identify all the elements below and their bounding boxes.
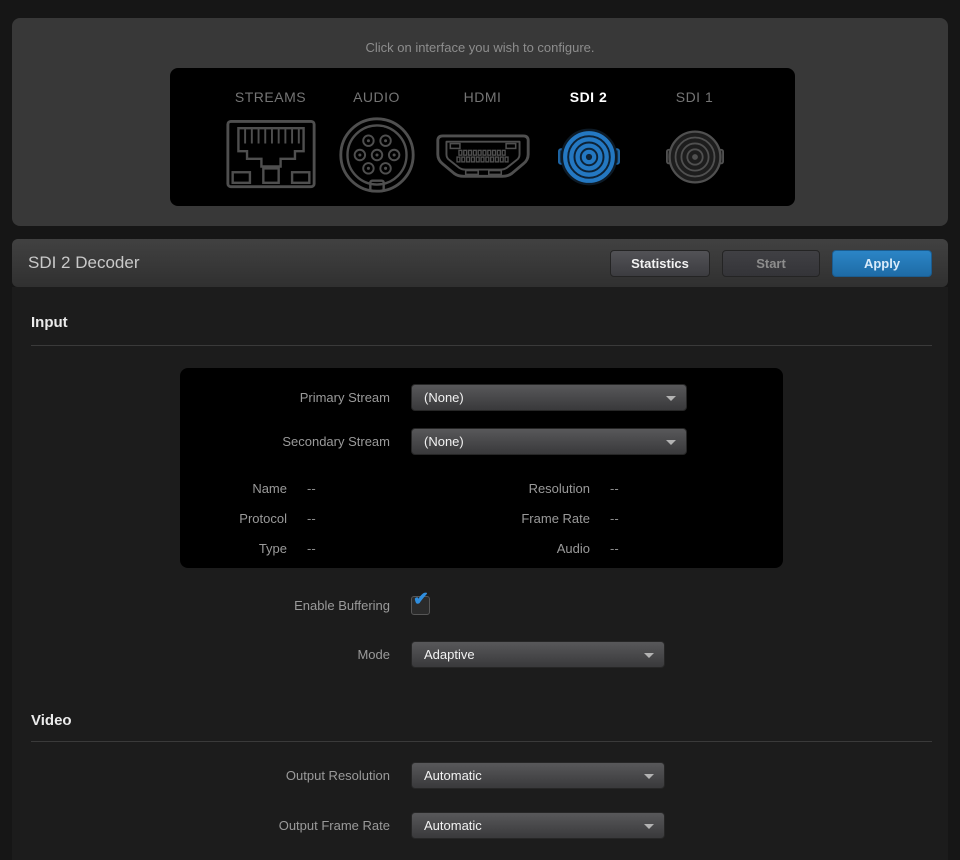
input-stream-panel: Primary Stream (None) Secondary Stream (… (180, 368, 783, 568)
din-audio-icon (337, 105, 417, 205)
output-resolution-label: Output Resolution (0, 768, 390, 783)
mode-value: Adaptive (424, 647, 475, 662)
connector-strip: STREAMS (170, 68, 795, 206)
hdmi-icon (433, 111, 533, 206)
primary-stream-label: Primary Stream (180, 390, 390, 405)
stream-info-left-column: Name -- Protocol -- Type -- (180, 473, 480, 563)
bnc-sdi-icon (666, 107, 724, 206)
checkmark-icon: ✔ (413, 590, 429, 609)
output-frame-rate-row: Output Frame Rate Automatic (0, 812, 665, 839)
bnc-sdi-icon (558, 107, 620, 206)
type-label: Type (180, 541, 287, 556)
apply-button[interactable]: Apply (832, 250, 932, 277)
resolution-value: -- (610, 481, 619, 496)
output-resolution-select[interactable]: Automatic (411, 762, 665, 789)
name-label: Name (180, 481, 287, 496)
input-section-title: Input (31, 314, 68, 331)
frame-rate-value: -- (610, 511, 619, 526)
video-section-title: Video (31, 712, 72, 729)
audio-label: Audio (483, 541, 590, 556)
decoder-config-screen: Click on interface you wish to configure… (0, 0, 960, 860)
name-value: -- (307, 481, 316, 496)
input-section-divider (31, 345, 932, 346)
secondary-stream-value: (None) (424, 434, 464, 449)
type-value: -- (307, 541, 316, 556)
chevron-down-icon (644, 653, 654, 658)
output-resolution-value: Automatic (424, 768, 482, 783)
output-frame-rate-value: Automatic (424, 818, 482, 833)
interface-sdi1[interactable]: SDI 1 (642, 68, 748, 206)
interface-streams[interactable]: STREAMS (218, 68, 324, 206)
primary-stream-value: (None) (424, 390, 464, 405)
chevron-down-icon (644, 824, 654, 829)
interface-sdi2-label: SDI 2 (570, 89, 608, 105)
statistics-button[interactable]: Statistics (610, 250, 710, 277)
chevron-down-icon (666, 440, 676, 445)
interface-audio-label: AUDIO (353, 89, 400, 105)
start-button[interactable]: Start (722, 250, 820, 277)
secondary-stream-row: Secondary Stream (None) (180, 428, 783, 455)
video-section-divider (31, 741, 932, 742)
secondary-stream-label: Secondary Stream (180, 434, 390, 449)
interface-streams-label: STREAMS (235, 89, 306, 105)
decoder-header-bar: SDI 2 Decoder Statistics Start Apply (12, 239, 948, 287)
interface-selector-panel: Click on interface you wish to configure… (12, 18, 948, 226)
output-frame-rate-label: Output Frame Rate (0, 818, 390, 833)
mode-row: Mode Adaptive (0, 641, 665, 668)
mode-label: Mode (0, 647, 390, 662)
decoder-title: SDI 2 Decoder (28, 253, 610, 273)
primary-stream-select[interactable]: (None) (411, 384, 687, 411)
interface-hdmi[interactable]: HDMI (430, 68, 536, 206)
stream-info-right-column: Resolution -- Frame Rate -- Audio -- (483, 473, 773, 563)
primary-stream-row: Primary Stream (None) (180, 384, 783, 411)
interface-sdi2[interactable]: SDI 2 (536, 68, 642, 206)
chevron-down-icon (644, 774, 654, 779)
enable-buffering-row: Enable Buffering ✔ (0, 592, 430, 619)
enable-buffering-label: Enable Buffering (0, 598, 390, 613)
interface-sdi1-label: SDI 1 (676, 89, 714, 105)
resolution-label: Resolution (483, 481, 590, 496)
mode-select[interactable]: Adaptive (411, 641, 665, 668)
interface-audio[interactable]: AUDIO (324, 68, 430, 206)
protocol-value: -- (307, 511, 316, 526)
instruction-text: Click on interface you wish to configure… (12, 18, 948, 55)
frame-rate-label: Frame Rate (483, 511, 590, 526)
protocol-label: Protocol (180, 511, 287, 526)
rj45-ethernet-icon (225, 105, 317, 205)
audio-value: -- (610, 541, 619, 556)
output-frame-rate-select[interactable]: Automatic (411, 812, 665, 839)
output-resolution-row: Output Resolution Automatic (0, 762, 665, 789)
enable-buffering-checkbox[interactable]: ✔ (411, 596, 430, 615)
interface-hdmi-label: HDMI (464, 89, 502, 105)
chevron-down-icon (666, 396, 676, 401)
secondary-stream-select[interactable]: (None) (411, 428, 687, 455)
